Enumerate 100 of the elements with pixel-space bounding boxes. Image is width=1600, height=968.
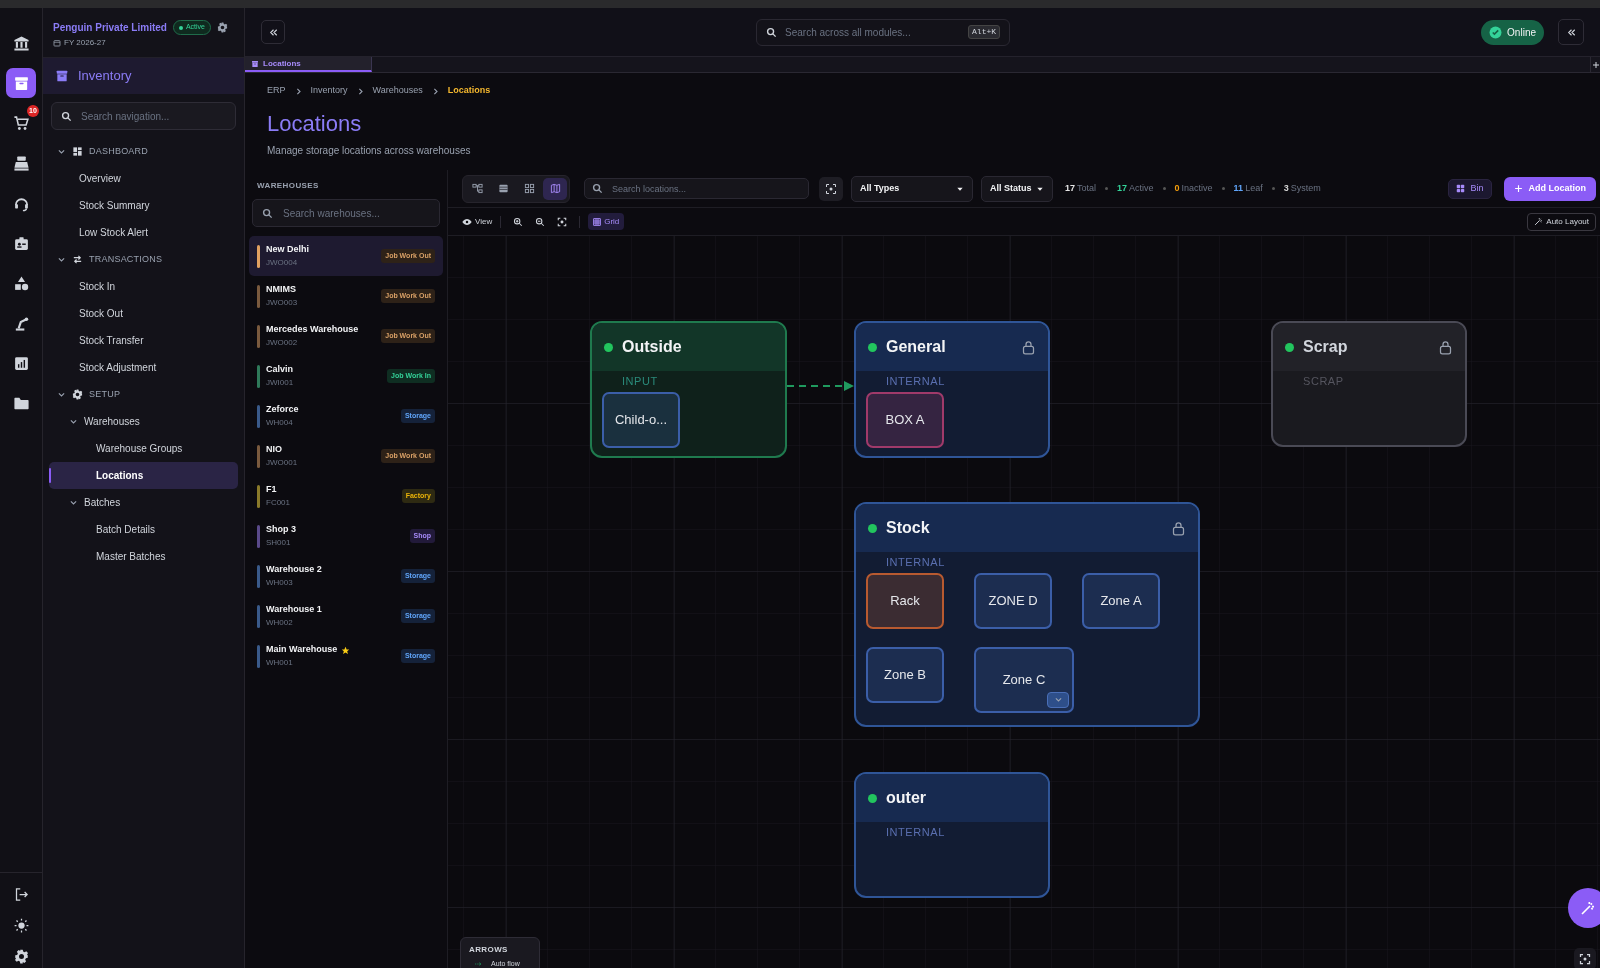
stat-value: 11 [1233, 181, 1244, 195]
check-circle-icon [1489, 25, 1503, 39]
warehouse-name: Mercedes Warehouse [266, 323, 359, 337]
node-title: General [886, 337, 947, 357]
nav-item[interactable]: Batch Details [49, 516, 238, 543]
cart-icon [12, 114, 30, 132]
add-location-button[interactable]: Add Location [1503, 176, 1596, 201]
nav-section-header[interactable]: DASHBOARD [49, 138, 238, 165]
fit-view-button[interactable] [819, 176, 843, 201]
nav-item[interactable]: Batches [49, 489, 238, 516]
nav-item[interactable]: Warehouses [49, 408, 238, 435]
warehouse-search-field[interactable]: Search warehouses... [252, 199, 440, 227]
child-location-box[interactable]: Child-o... [602, 391, 680, 448]
warehouse-code: JWO001 [266, 456, 299, 469]
warehouse-name: Warehouse 1 [266, 603, 322, 617]
stat-value: 17 [1065, 181, 1075, 195]
node-title: Stock [886, 518, 931, 538]
map-view-button[interactable] [543, 177, 567, 200]
view-button[interactable]: View [462, 215, 493, 228]
fiscal-year: FY 2026-27 [53, 37, 234, 49]
type-filter-dropdown[interactable]: All Types [851, 175, 973, 202]
logout-button[interactable] [13, 887, 29, 902]
list-view-icon [497, 183, 509, 194]
eye-icon [462, 216, 472, 227]
location-node[interactable]: Outside INPUT Child-o... [590, 321, 787, 458]
logout-icon [13, 887, 29, 902]
chevron-down-icon [57, 390, 66, 399]
module-header: Inventory [43, 58, 244, 94]
legend-title: ARROWS [469, 943, 509, 956]
location-node[interactable]: outer INTERNAL [854, 772, 1050, 898]
navigation-search-field[interactable]: Search navigation... [51, 102, 236, 130]
warehouse-code: JWO004 [266, 256, 299, 269]
collapse-sidebar-button[interactable] [261, 20, 285, 44]
warehouse-name: Main Warehouse [266, 643, 338, 657]
nav-item[interactable]: Low Stock Alert [49, 219, 238, 246]
tab[interactable]: Locations [245, 57, 372, 72]
node-type-label: INTERNAL [885, 374, 946, 389]
nav-item[interactable]: Master Batches [49, 543, 238, 570]
focus-icon [825, 182, 837, 195]
zoom-in-button[interactable] [513, 216, 524, 227]
child-location-box[interactable]: Rack [866, 572, 944, 629]
sun-button[interactable] [13, 918, 29, 933]
auto-layout-button[interactable]: Auto Layout [1527, 212, 1596, 231]
child-location-box[interactable]: ZONE D [974, 572, 1052, 629]
nav-section-header[interactable]: TRANSACTIONS [49, 246, 238, 273]
settings-icon [13, 949, 29, 964]
node-title: outer [886, 788, 927, 808]
location-node[interactable]: Stock INTERNAL Rack ZONE D Zone A Zone B Zone C [854, 502, 1200, 727]
bank-icon [12, 34, 30, 52]
status-filter-dropdown[interactable]: All Status [981, 175, 1053, 202]
child-location-box[interactable]: BOX A [866, 391, 944, 448]
nav-item[interactable]: Locations [49, 462, 238, 489]
company-name: Penguin Private Limited [53, 21, 167, 35]
expand-button[interactable] [1047, 691, 1069, 708]
breadcrumb-link[interactable]: Inventory [310, 84, 348, 98]
nav-section-header[interactable]: SETUP [49, 381, 238, 408]
fit-screen-button[interactable] [557, 216, 568, 227]
warehouse-code: WH003 [266, 576, 294, 589]
sun-icon [13, 918, 29, 933]
child-location-box[interactable]: Zone C [974, 646, 1074, 713]
grid-toggle[interactable]: Grid [588, 213, 625, 230]
warehouse-code: JWI001 [266, 376, 295, 389]
page-subtitle: Manage storage locations across warehouses [267, 144, 472, 158]
grid-icon [593, 217, 602, 226]
section-heading: WAREHOUSES [256, 180, 320, 192]
zoom-in-icon [513, 216, 524, 227]
breadcrumb-link[interactable]: ERP [267, 84, 286, 98]
zoom-out-button[interactable] [535, 216, 546, 227]
nav-item[interactable]: Stock Out [49, 300, 238, 327]
location-search-field[interactable]: Search locations... [584, 178, 809, 199]
id-badge-icon [12, 234, 30, 252]
nav-item[interactable]: Stock Transfer [49, 327, 238, 354]
nav-item[interactable]: Overview [49, 165, 238, 192]
location-node[interactable]: Scrap SCRAP [1271, 321, 1467, 447]
collapse-panel-button[interactable] [1558, 19, 1584, 45]
stat-value: 3 [1283, 181, 1289, 195]
company-settings-button[interactable] [217, 22, 228, 33]
bar-chart-icon [12, 354, 30, 372]
bin-button[interactable]: Bin [1448, 178, 1492, 199]
nav-item[interactable]: Stock Adjustment [49, 354, 238, 381]
warehouse-code: WH002 [266, 616, 294, 629]
rail-archive-button[interactable] [6, 68, 36, 98]
zoom-out-icon [535, 216, 546, 227]
warehouse-name: NMIMS [266, 283, 296, 297]
archive-icon [12, 74, 30, 92]
magic-wand-icon [1580, 900, 1596, 916]
new-tab-button[interactable] [1590, 57, 1600, 72]
location-node[interactable]: General INTERNAL BOX A [854, 321, 1050, 458]
nav-item[interactable]: Stock Summary [49, 192, 238, 219]
breadcrumb-link[interactable]: Warehouses [372, 84, 423, 98]
child-location-box[interactable]: Zone B [866, 646, 944, 703]
settings-button[interactable] [13, 949, 29, 964]
focus-button[interactable] [1574, 948, 1596, 968]
nav-item[interactable]: Warehouse Groups [49, 435, 238, 462]
nav-item[interactable]: Stock In [49, 273, 238, 300]
warehouse-name: Shop 3 [266, 523, 296, 537]
plus-icon [1591, 60, 1600, 69]
chevron-down-icon [69, 417, 78, 426]
warehouse-code: WH004 [266, 416, 294, 429]
child-location-box[interactable]: Zone A [1082, 572, 1160, 629]
